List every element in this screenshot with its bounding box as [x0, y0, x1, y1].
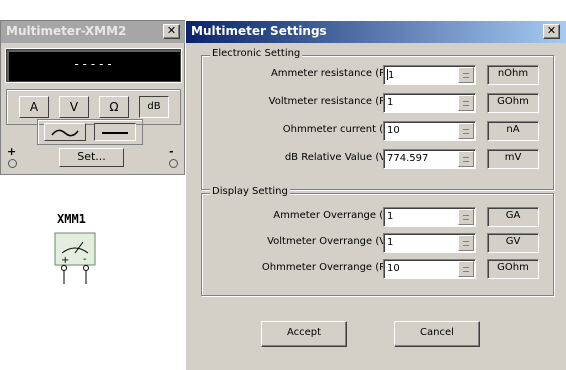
- schematic-minus-sign: -: [83, 254, 87, 265]
- dialog-titlebar[interactable]: Multimeter Settings ✕: [186, 21, 566, 43]
- dc-line-icon: [102, 132, 128, 134]
- dialog-close-button[interactable]: ✕: [543, 24, 560, 39]
- ammeter-resistance-value: 1: [388, 70, 395, 81]
- multimeter-title: Multimeter-XMM2: [6, 24, 127, 38]
- spin-button[interactable]: [458, 151, 474, 167]
- multimeter-display: -----: [6, 49, 181, 82]
- ohmmeter-overrange-input[interactable]: 10: [383, 259, 476, 279]
- voltmeter-overrange-unit[interactable]: GV: [487, 233, 539, 253]
- voltmeter-resistance-unit[interactable]: GOhm: [487, 93, 539, 113]
- dialog-title: Multimeter Settings: [191, 24, 327, 38]
- ohmmeter-current-label: Ohmmeter current (I): [282, 124, 390, 135]
- voltmeter-resistance-input[interactable]: 1: [383, 93, 476, 113]
- plus-terminal-label: +: [7, 145, 17, 158]
- multimeter-reading: -----: [72, 57, 115, 71]
- db-relative-value-input[interactable]: 774.597: [383, 149, 476, 169]
- ammeter-overrange-input[interactable]: 1: [383, 207, 476, 227]
- multimeter-window: Multimeter-XMM2 ✕ ----- A V Ω dB + Set..…: [0, 20, 186, 175]
- schematic-plus-sign: +: [61, 255, 69, 266]
- ohmmeter-current-input[interactable]: 10: [383, 121, 476, 141]
- voltmeter-resistance-label: Voltmeter resistance (R): [268, 96, 390, 107]
- spin-button[interactable]: [458, 67, 474, 83]
- spin-button[interactable]: [458, 209, 474, 225]
- ohmmeter-current-value: 10: [387, 125, 400, 136]
- close-icon: ✕: [546, 24, 557, 37]
- ac-mode-button[interactable]: [44, 123, 86, 141]
- minus-terminal-label: -: [169, 145, 174, 158]
- minus-terminal[interactable]: [169, 159, 178, 168]
- multimeter-titlebar[interactable]: Multimeter-XMM2 ✕: [1, 21, 186, 43]
- voltmeter-mode-button[interactable]: V: [59, 96, 89, 118]
- decibel-mode-button[interactable]: dB: [139, 96, 169, 118]
- display-setting-group: Display Setting Ammeter Overrange (I) 1 …: [201, 186, 554, 296]
- spin-button[interactable]: [458, 95, 474, 111]
- ammeter-overrange-label: Ammeter Overrange (I): [273, 210, 390, 221]
- spin-button[interactable]: [458, 261, 474, 277]
- db-relative-value-label: dB Relative Value (V): [284, 152, 390, 163]
- db-relative-value-unit[interactable]: mV: [487, 149, 539, 169]
- spin-button[interactable]: [458, 123, 474, 139]
- voltmeter-resistance-value: 1: [387, 97, 394, 108]
- ammeter-resistance-input[interactable]: 1: [383, 65, 476, 85]
- set-button[interactable]: Set...: [59, 148, 124, 167]
- accept-button[interactable]: Accept: [261, 321, 347, 347]
- close-icon: ✕: [166, 24, 177, 37]
- ammeter-resistance-label: Ammeter resistance (R): [270, 68, 390, 79]
- ohmmeter-overrange-label: Ohmmeter Overrange (R): [261, 262, 390, 273]
- voltmeter-overrange-label: Voltmeter Overrange (V): [267, 236, 390, 247]
- ohmmeter-overrange-value: 10: [387, 263, 400, 274]
- schematic-reference-label: XMM1: [57, 212, 86, 226]
- plus-terminal[interactable]: [8, 159, 17, 168]
- ammeter-overrange-unit[interactable]: GA: [487, 207, 539, 227]
- db-relative-value-value: 774.597: [387, 153, 429, 164]
- ammeter-overrange-value: 1: [387, 211, 394, 222]
- electronic-setting-group: Electronic Setting Ammeter resistance (R…: [201, 48, 554, 190]
- ammeter-resistance-unit[interactable]: nOhm: [487, 65, 539, 85]
- ohmmeter-mode-button[interactable]: Ω: [99, 96, 129, 118]
- voltmeter-overrange-input[interactable]: 1: [383, 233, 476, 253]
- signal-type-group: [37, 119, 143, 145]
- voltmeter-overrange-value: 1: [387, 237, 394, 248]
- multimeter-settings-dialog: Multimeter Settings ✕ Electronic Setting…: [185, 20, 566, 370]
- dc-mode-button[interactable]: [94, 123, 136, 141]
- multimeter-schematic-symbol[interactable]: + -: [52, 230, 108, 286]
- ammeter-mode-button[interactable]: A: [19, 96, 49, 118]
- spin-button[interactable]: [458, 235, 474, 251]
- cancel-button[interactable]: Cancel: [394, 321, 480, 347]
- multimeter-close-button[interactable]: ✕: [163, 24, 180, 39]
- ohmmeter-current-unit[interactable]: nA: [487, 121, 539, 141]
- ohmmeter-overrange-unit[interactable]: GOhm: [487, 259, 539, 279]
- ac-wave-icon: [51, 129, 79, 137]
- display-setting-legend: Display Setting: [210, 186, 290, 197]
- electronic-setting-legend: Electronic Setting: [210, 48, 303, 59]
